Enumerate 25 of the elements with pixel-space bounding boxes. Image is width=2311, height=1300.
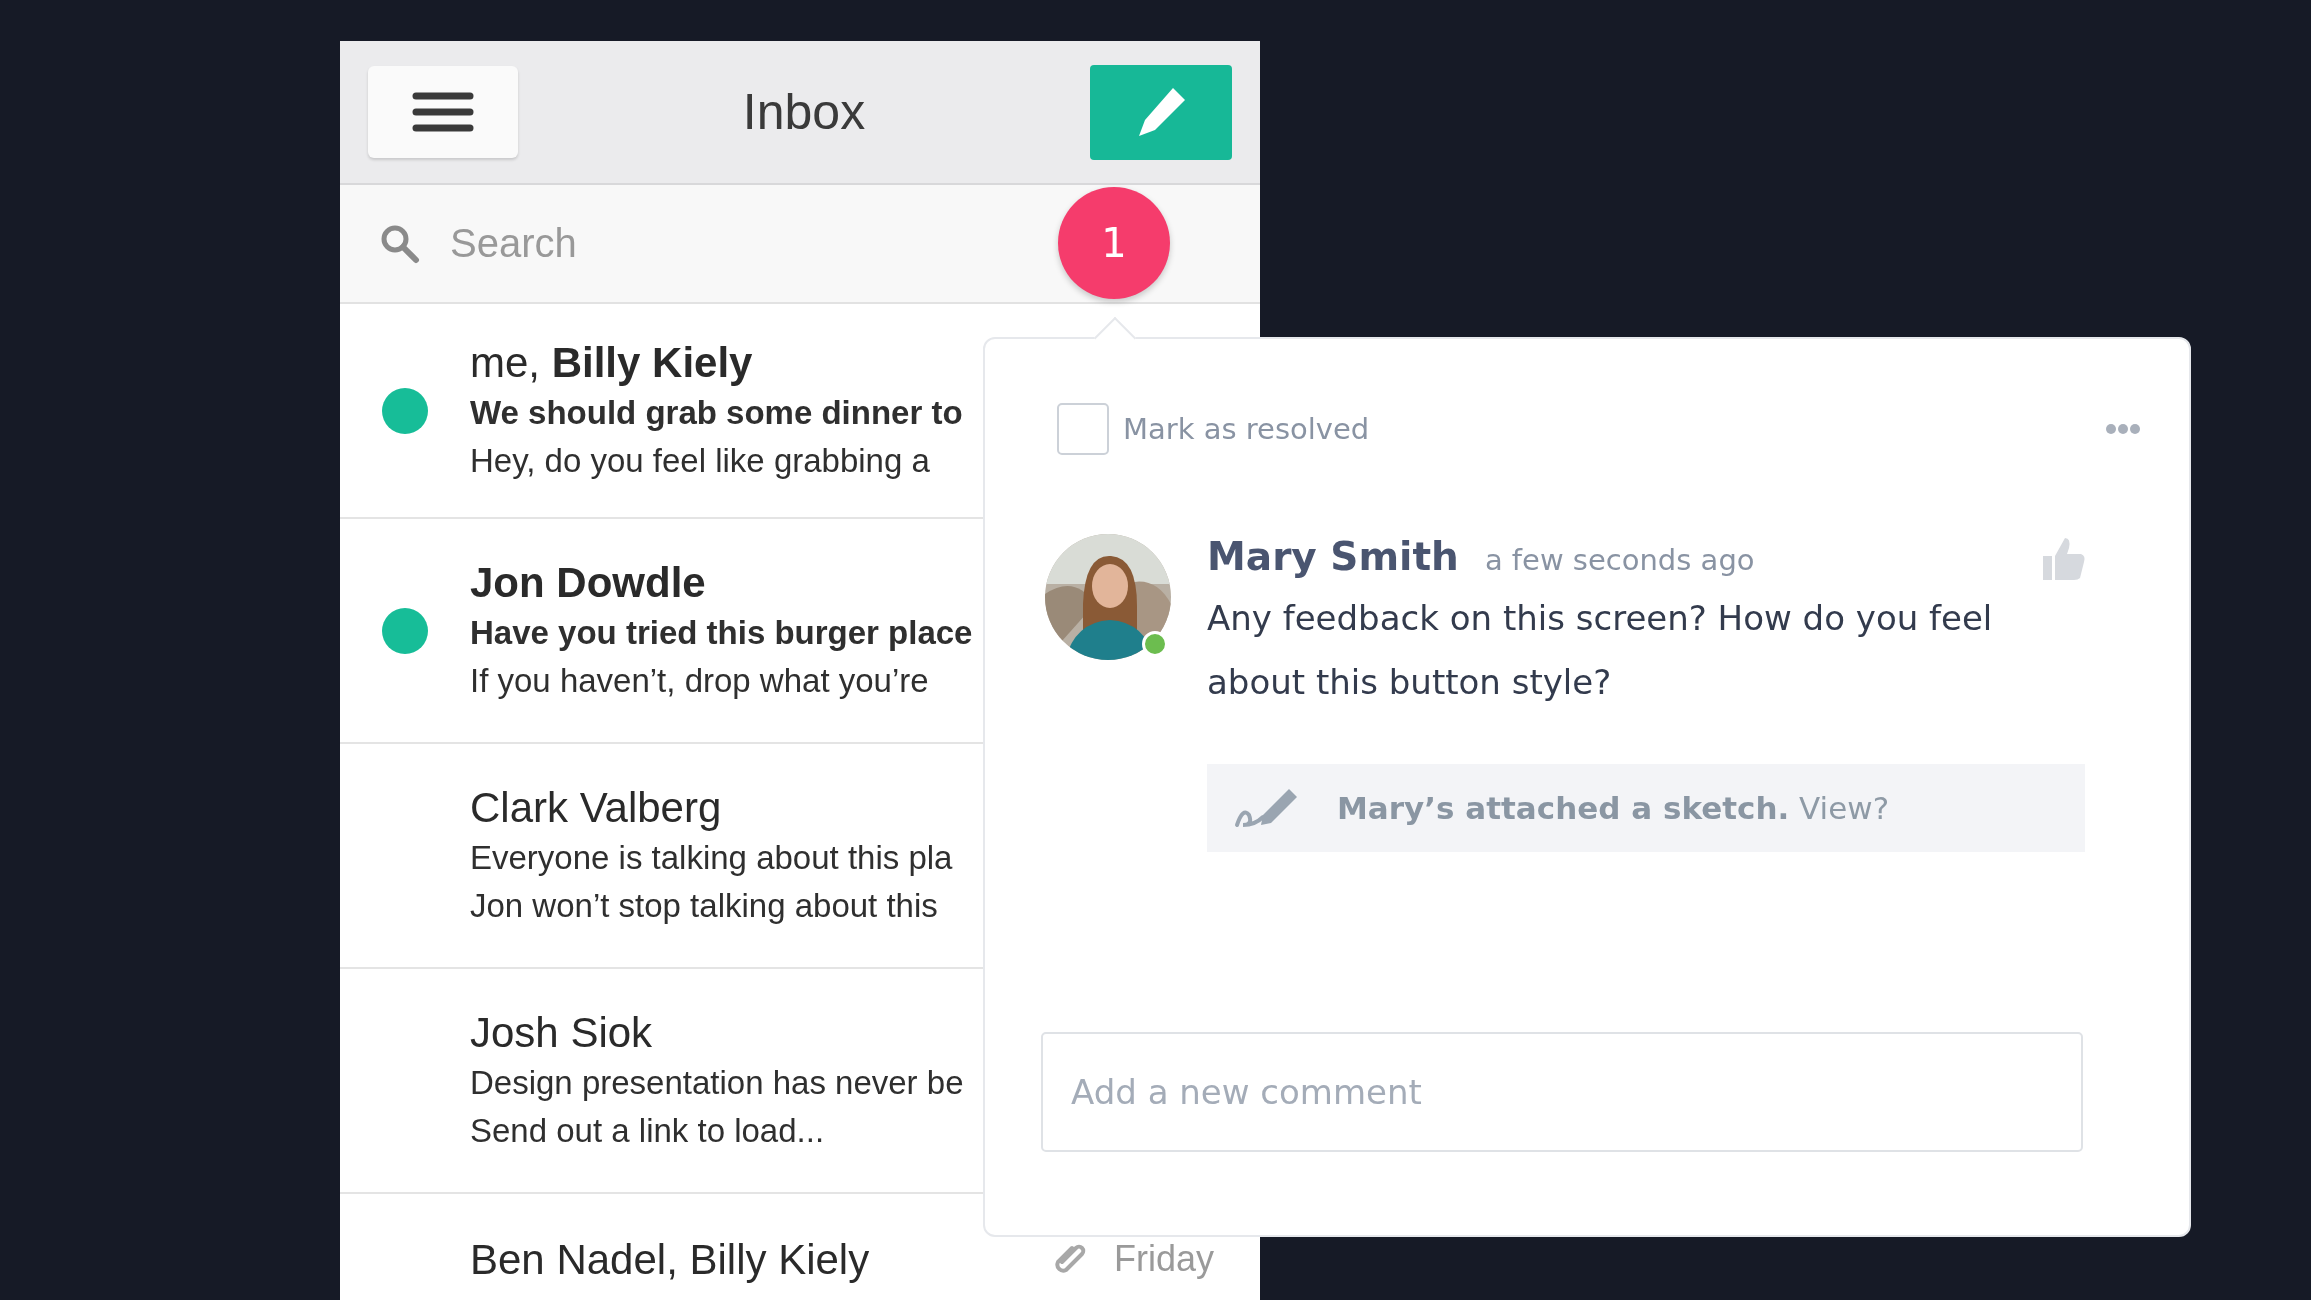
sender-name: Josh Siok (470, 1007, 653, 1058)
menu-button[interactable] (368, 66, 518, 158)
search-icon (380, 223, 420, 264)
message-subject: Have you tried this burger place (470, 612, 973, 653)
attachment-text: Mary’s attached a sketch. View? (1337, 790, 1890, 826)
message-preview: Jon won’t stop talking about this (470, 885, 938, 926)
comment-time: a few seconds ago (1484, 543, 1755, 577)
inbox-title: Inbox (742, 83, 866, 141)
search-field[interactable]: Search (448, 220, 812, 267)
message-subject: Everyone is talking about this pla (470, 837, 953, 878)
message-preview: If you haven’t, drop what you’re (470, 660, 929, 701)
sender-name: Ben Nadel, Billy Kiely (470, 1235, 870, 1285)
message-subject: Design presentation has never be (470, 1062, 964, 1103)
sender-name: Jon Dowdle (470, 557, 706, 608)
message-preview: Hey, do you feel like grabbing a (470, 440, 930, 481)
resolve-checkbox[interactable] (1057, 403, 1109, 455)
menu-icon (412, 92, 474, 132)
compose-button[interactable] (1090, 64, 1232, 160)
message-date: Friday (1113, 1238, 1214, 1280)
sender-name: me, Billy Kiely (470, 337, 753, 388)
message-preview: Send out a link to load... (470, 1110, 825, 1151)
message-subject: We should grab some dinner to (470, 392, 963, 433)
comment-field[interactable]: Add a new comment (1041, 1032, 2083, 1152)
more-icon[interactable] (2105, 423, 2141, 435)
sender-name: Clark Valberg (470, 782, 722, 833)
